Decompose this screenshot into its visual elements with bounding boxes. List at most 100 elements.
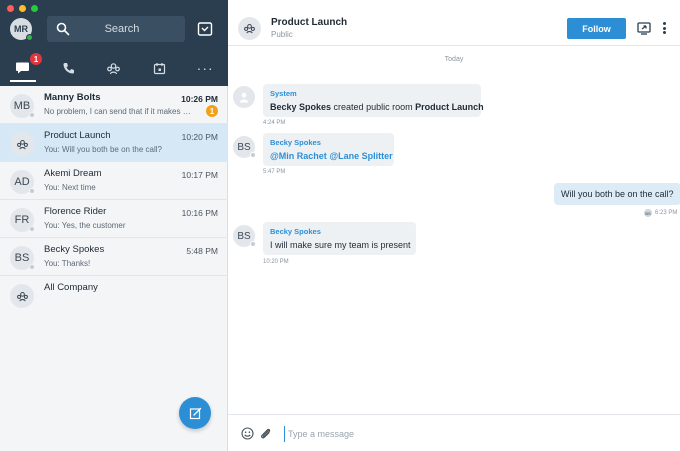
message-room: Product Launch (415, 102, 484, 112)
conversation-name: Product Launch (44, 130, 111, 141)
message-action: created public room (331, 102, 416, 112)
message-time: 5:47 PM (263, 169, 286, 175)
conversation-item-manny-bolts[interactable]: MB Manny Bolts 10:26 PM No problem, I ca… (0, 86, 228, 124)
conversation-item-product-launch[interactable]: Product Launch 10:20 PM You: Will you bo… (0, 124, 228, 162)
presence-indicator (29, 226, 35, 232)
tab-meetings[interactable] (137, 50, 183, 86)
read-receipt-avatar: BS (644, 209, 652, 217)
message-sender: Becky Spokes (270, 138, 321, 147)
room-avatar (238, 17, 261, 40)
tab-rooms[interactable] (91, 50, 137, 86)
group-icon (107, 62, 121, 74)
user-avatar-initials: MR (14, 24, 28, 34)
message-time: 6:23 PM (655, 210, 678, 216)
mention-link[interactable]: @Lane Splitter (329, 151, 392, 161)
sidebar: MR Search 1 ··· MB Manny Bolts 10:26 PM … (0, 0, 228, 451)
message-bubble: System Becky Spokes created public room … (263, 84, 484, 117)
unread-badge: 1 (206, 105, 218, 117)
app-window: MR Search 1 ··· MB Manny Bolts 10:26 PM … (0, 0, 680, 451)
search-box[interactable]: Search (47, 16, 185, 42)
group-icon (16, 291, 28, 301)
user-avatar[interactable]: MR (10, 18, 33, 41)
emoji-icon[interactable] (241, 427, 254, 440)
follow-button[interactable]: Follow (567, 18, 626, 39)
compose-button[interactable] (179, 397, 211, 429)
messages-badge: 1 (30, 53, 42, 65)
compose-icon (189, 407, 201, 419)
conversation-time: 10:20 PM (181, 132, 218, 142)
avatar: MB (10, 94, 35, 118)
avatar (10, 132, 34, 156)
presence-indicator (250, 241, 256, 247)
conversation-item-all-company[interactable]: All Company (0, 276, 228, 314)
tab-more[interactable]: ··· (182, 50, 228, 86)
avatar (10, 284, 34, 308)
sidebar-header: MR Search 1 ··· (0, 0, 228, 86)
conversation-name: Florence Rider (44, 206, 107, 217)
user-presence-indicator (26, 34, 33, 41)
conversation-item-akemi-dream[interactable]: AD Akemi Dream 10:17 PM You: Next time (0, 162, 228, 200)
group-icon (16, 139, 28, 149)
chat-bubble-icon (16, 62, 30, 74)
presence-indicator (29, 188, 35, 194)
conversation-preview: You: Will you both be on the call? (44, 145, 163, 154)
more-options-icon[interactable] (661, 19, 667, 37)
message-composer (228, 414, 680, 451)
sidebar-tabs: 1 ··· (0, 50, 228, 86)
day-divider: Today (444, 56, 464, 63)
conversation-time: 5:48 PM (186, 246, 218, 256)
conversation-name: Akemi Dream (44, 168, 102, 179)
message-text: I will make sure my team is present (270, 240, 411, 250)
avatar: BS (10, 246, 35, 270)
window-controls (7, 5, 38, 12)
room-title: Product Launch (271, 17, 348, 28)
person-icon (239, 92, 249, 102)
dialpad-icon[interactable] (197, 21, 213, 37)
attachment-icon[interactable] (259, 427, 272, 440)
conversation-name: All Company (44, 282, 98, 293)
message-text: Becky Spokes created public room Product… (270, 102, 484, 112)
avatar: BS (233, 136, 256, 158)
presence-indicator (29, 264, 35, 270)
avatar: FR (10, 208, 35, 232)
tab-calls[interactable] (46, 50, 92, 86)
conversation-preview: No problem, I can send that if it makes … (44, 107, 191, 116)
outgoing-message-bubble: Will you both be on the call? (554, 183, 680, 205)
message-bubble: Becky Spokes @Min Rachet @Lane Splitter (263, 133, 394, 166)
conversation-preview: You: Thanks! (44, 259, 91, 268)
conversation-time: 10:16 PM (181, 208, 218, 218)
message-time: 10:20 PM (263, 259, 289, 265)
share-screen-icon[interactable] (637, 21, 651, 35)
presence-indicator (250, 152, 256, 158)
mention-link[interactable]: @Min Rachet (270, 151, 327, 161)
conversation-item-florence-rider[interactable]: FR Florence Rider 10:16 PM You: Yes, the… (0, 200, 228, 238)
message-input[interactable] (284, 426, 664, 442)
chat-panel: Product Launch Public Follow Today Syste… (228, 0, 680, 451)
avatar: AD (10, 170, 35, 194)
group-icon (244, 24, 255, 34)
message-sender: System (270, 89, 297, 98)
more-icon: ··· (196, 60, 214, 76)
tab-messages[interactable]: 1 (0, 50, 46, 86)
room-visibility: Public (271, 30, 293, 39)
minimize-window-button[interactable] (19, 5, 26, 12)
system-avatar (233, 86, 255, 108)
avatar-initials: AD (14, 176, 30, 188)
avatar: BS (233, 225, 256, 247)
avatar-initials: BS (14, 252, 30, 264)
avatar-initials: BS (237, 230, 251, 242)
chat-header: Product Launch Public Follow (228, 0, 680, 46)
conversation-name: Manny Bolts (44, 92, 101, 103)
phone-icon (63, 62, 74, 74)
conversation-list: MB Manny Bolts 10:26 PM No problem, I ca… (0, 86, 228, 314)
message-bubble: Becky Spokes I will make sure my team is… (263, 222, 416, 255)
maximize-window-button[interactable] (31, 5, 38, 12)
search-icon (56, 22, 70, 36)
conversation-preview: You: Yes, the customer (44, 221, 126, 230)
conversation-item-becky-spokes[interactable]: BS Becky Spokes 5:48 PM You: Thanks! (0, 238, 228, 276)
avatar-initials: MB (13, 100, 31, 112)
message-actor: Becky Spokes (270, 102, 332, 112)
close-window-button[interactable] (7, 5, 14, 12)
message-text: @Min Rachet @Lane Splitter (270, 151, 393, 161)
conversation-name: Becky Spokes (44, 244, 105, 255)
